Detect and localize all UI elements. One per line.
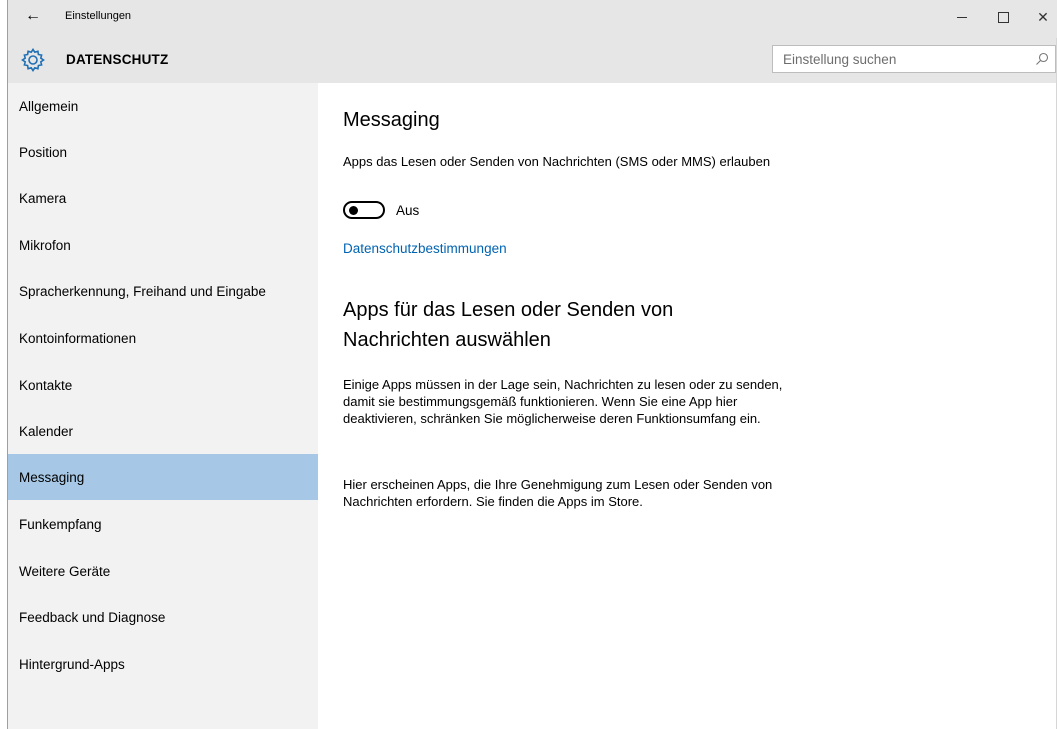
toggle-state-label: Aus: [396, 202, 420, 218]
back-button[interactable]: ←: [18, 4, 48, 28]
sidebar-item-position[interactable]: Position: [8, 129, 318, 175]
title-bar: ← Einstellungen ✕: [8, 0, 1057, 38]
sidebar-item-mikrofon[interactable]: Mikrofon: [8, 222, 318, 268]
sidebar-item-kamera[interactable]: Kamera: [8, 175, 318, 221]
privacy-statement-link[interactable]: Datenschutzbestimmungen: [343, 241, 507, 256]
page-title: DATENSCHUTZ: [66, 52, 169, 67]
sidebar-item-messaging[interactable]: Messaging: [8, 454, 318, 500]
sidebar-nav: Allgemein Position Kamera Mikrofon Sprac…: [8, 83, 318, 729]
main-content: Messaging Apps das Lesen oder Senden von…: [318, 83, 1057, 729]
sidebar-item-kontoinformationen[interactable]: Kontoinformationen: [8, 315, 318, 361]
sidebar-item-weitere-geraete[interactable]: Weitere Geräte: [8, 548, 318, 594]
page-header: DATENSCHUTZ: [8, 38, 1057, 83]
toggle-description: Apps das Lesen oder Senden von Nachricht…: [343, 154, 771, 169]
arrow-left-icon: ←: [25, 7, 41, 24]
sidebar-item-feedback-diagnose[interactable]: Feedback und Diagnose: [8, 594, 318, 640]
sidebar-item-spracherkennung[interactable]: Spracherkennung, Freihand und Eingabe: [8, 268, 318, 314]
sidebar-item-funkempfang[interactable]: Funkempfang: [8, 501, 318, 547]
apps-store-paragraph: Hier erscheinen Apps, die Ihre Genehmigu…: [343, 477, 773, 509]
messaging-toggle-row: Aus: [343, 200, 419, 220]
messaging-toggle[interactable]: [343, 201, 385, 219]
toggle-knob: [349, 206, 358, 215]
minimize-icon: [957, 16, 967, 18]
window-title: Einstellungen: [65, 10, 132, 22]
sidebar-item-hintergrund-apps[interactable]: Hintergrund-Apps: [8, 641, 318, 687]
search-box[interactable]: [772, 45, 1056, 73]
close-button[interactable]: ✕: [1023, 4, 1057, 30]
sidebar-item-kontakte[interactable]: Kontakte: [8, 362, 318, 408]
gear-icon: [21, 48, 45, 72]
maximize-button[interactable]: [983, 4, 1023, 30]
close-icon: ✕: [1037, 8, 1049, 25]
sidebar-item-kalender[interactable]: Kalender: [8, 408, 318, 454]
minimize-button[interactable]: [942, 4, 982, 30]
search-input[interactable]: [773, 46, 1033, 72]
search-icon[interactable]: [1035, 52, 1049, 66]
apps-info-paragraph: Einige Apps müssen in der Lage sein, Nac…: [343, 377, 783, 426]
section-heading: Messaging: [343, 109, 440, 131]
maximize-icon: [997, 11, 1009, 23]
apps-section-heading: Apps für das Lesen oder Senden von Nachr…: [343, 299, 674, 351]
sidebar-item-allgemein[interactable]: Allgemein: [8, 83, 318, 129]
